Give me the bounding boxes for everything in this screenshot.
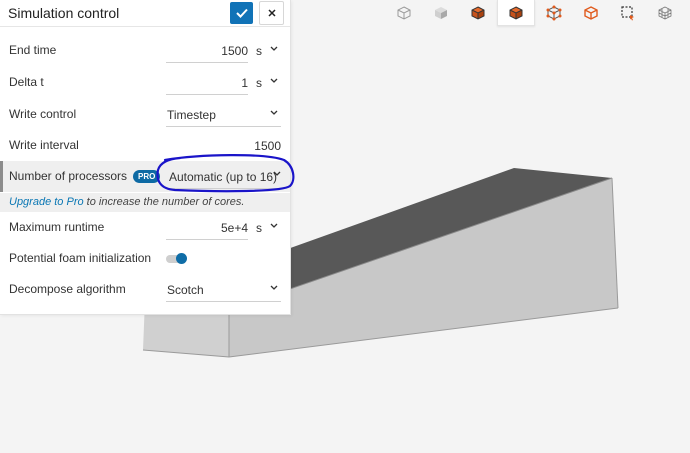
max-runtime-input[interactable]: 5e+4 (166, 217, 248, 240)
foam-init-label: Potential foam initialization (9, 251, 152, 265)
write-interval-value: 1500 (254, 139, 281, 153)
max-runtime-row: Maximum runtime 5e+4 s (0, 212, 290, 243)
cube-solid-icon (435, 7, 447, 19)
write-control-select[interactable]: Timestep (166, 104, 281, 127)
end-time-row: End time 1500 s (0, 35, 290, 66)
chevron-down-icon (270, 110, 278, 115)
view-edges-button[interactable] (573, 0, 609, 26)
view-outline-button[interactable] (386, 0, 422, 26)
upgrade-notice-text: Upgrade to Pro to increase the number of… (9, 196, 244, 208)
delta-t-value: 1 (241, 76, 248, 90)
toggle-knob (176, 253, 187, 264)
end-time-unit: s (256, 44, 262, 58)
processors-label-text: Number of processors (9, 169, 128, 183)
write-interval-row: Write interval 1500 (0, 130, 290, 161)
view-vertices-button[interactable] (536, 0, 572, 26)
processors-row: Number of processors PRO Automatic (up to… (0, 161, 290, 192)
cube-surface-edges-icon (471, 6, 485, 20)
decompose-value: Scotch (167, 283, 204, 297)
cube-edges-icon (584, 6, 598, 20)
box-select-icon (621, 6, 634, 21)
chevron-down-icon[interactable] (270, 46, 278, 52)
max-runtime-label: Maximum runtime (9, 220, 105, 234)
decompose-row: Decompose algorithm Scotch (0, 274, 290, 305)
view-toolbar (386, 0, 684, 30)
max-runtime-unit: s (256, 221, 262, 235)
view-solid-button[interactable] (423, 0, 459, 26)
simulation-control-panel: Simulation control End time 1500 s Delta… (0, 0, 291, 315)
close-icon (267, 9, 276, 17)
foam-init-row: Potential foam initialization (0, 243, 290, 274)
end-time-label: End time (9, 43, 57, 57)
delta-t-input[interactable]: 1 (166, 72, 248, 95)
processors-value: Automatic (up to 16) (169, 170, 278, 184)
max-runtime-value: 5e+4 (220, 221, 248, 235)
decompose-label: Decompose algorithm (9, 282, 126, 296)
cube-outline-icon (397, 6, 411, 20)
processors-select[interactable]: Automatic (up to 16) (166, 166, 281, 189)
write-interval-input[interactable]: 1500 (166, 135, 281, 157)
end-time-value: 1500 (221, 44, 248, 58)
decompose-select[interactable]: Scotch (166, 279, 281, 302)
write-interval-label: Write interval (9, 138, 79, 152)
chevron-down-icon[interactable] (270, 78, 278, 84)
confirm-button[interactable] (230, 2, 253, 24)
upgrade-notice: Upgrade to Pro to increase the number of… (0, 193, 290, 212)
foam-init-toggle[interactable] (166, 252, 190, 266)
delta-t-row: Delta t 1 s (0, 67, 290, 98)
cube-active-icon (509, 5, 523, 20)
cube-vertices-icon (546, 5, 562, 21)
delta-t-label: Delta t (9, 75, 44, 89)
upgrade-link[interactable]: Upgrade to Pro (9, 196, 84, 208)
box-select-button[interactable] (610, 0, 646, 26)
view-surface-edges-button[interactable] (460, 0, 496, 26)
write-control-value: Timestep (167, 108, 216, 122)
processors-label: Number of processors PRO (9, 169, 161, 183)
upgrade-text: to increase the number of cores. (83, 196, 245, 208)
chevron-down-icon (273, 171, 281, 176)
view-mesh-button[interactable] (647, 0, 683, 26)
close-button[interactable] (259, 1, 284, 25)
write-control-label: Write control (9, 107, 77, 121)
view-active-button[interactable] (497, 0, 535, 26)
check-icon (235, 8, 248, 18)
chevron-down-icon[interactable] (270, 223, 278, 229)
write-control-row: Write control Timestep (0, 99, 290, 130)
panel-header: Simulation control (0, 0, 290, 27)
pro-badge: PRO (133, 170, 161, 183)
panel-title: Simulation control (8, 5, 120, 21)
delta-t-unit: s (256, 76, 262, 90)
cube-mesh-icon (658, 6, 672, 20)
end-time-input[interactable]: 1500 (166, 40, 248, 63)
chevron-down-icon (270, 285, 278, 290)
